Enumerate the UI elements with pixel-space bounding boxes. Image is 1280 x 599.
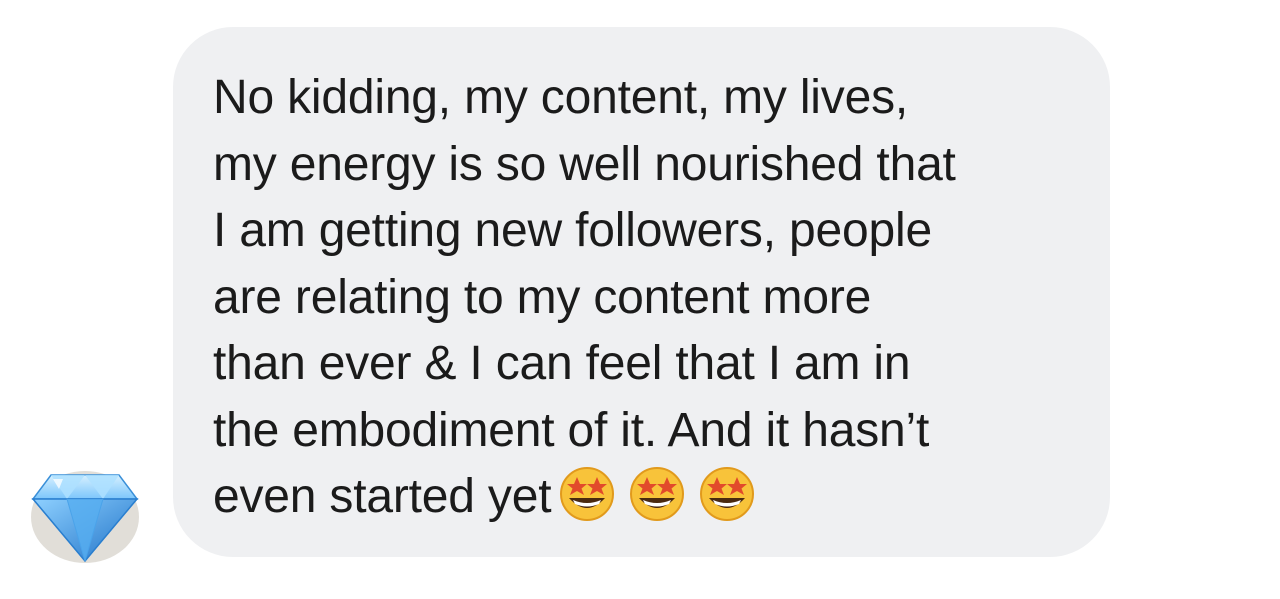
star-struck-icon bbox=[630, 467, 685, 521]
star-struck-icon bbox=[560, 467, 615, 521]
message-thread: No kidding, my content, my lives, my ene… bbox=[0, 0, 1280, 599]
message-line: I am getting new followers, people bbox=[213, 204, 932, 257]
message-line: my energy is so well nourished that bbox=[213, 137, 956, 191]
message-line: even started yet bbox=[213, 470, 552, 523]
message-line: the embodiment of it. And it hasn’t bbox=[213, 403, 930, 457]
sender-avatar[interactable] bbox=[29, 465, 141, 565]
message-bubble[interactable]: No kidding, my content, my lives, my ene… bbox=[173, 27, 1110, 557]
gem-icon bbox=[31, 471, 139, 563]
message-line: than ever & I can feel that I am in bbox=[213, 337, 911, 390]
message-text: No kidding, my content, my lives, my ene… bbox=[213, 65, 1093, 531]
message-last-line: even started yet bbox=[213, 464, 1093, 531]
message-line: are relating to my content more bbox=[213, 270, 872, 324]
star-struck-icon bbox=[700, 467, 755, 521]
message-line: No kidding, my content, my lives, bbox=[213, 71, 909, 124]
